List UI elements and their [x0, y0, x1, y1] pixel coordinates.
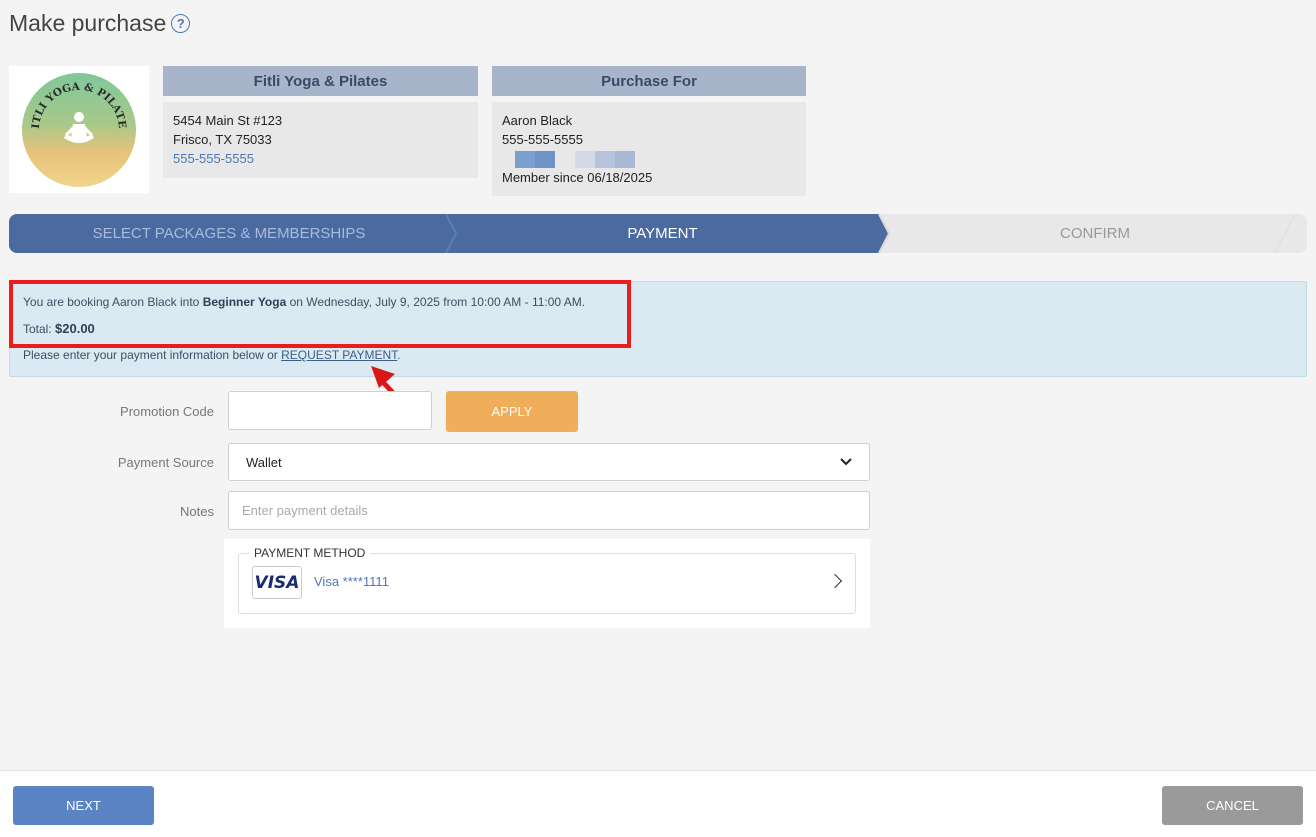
question-circle-icon[interactable]: ? — [171, 14, 191, 33]
card-number: Visa ****1111 — [314, 574, 389, 589]
member-since: Member since 06/18/2025 — [502, 170, 653, 185]
studio-logo-image: FITLI YOGA & PILATES — [21, 72, 136, 187]
payment-instructions: Please enter your payment information be… — [23, 348, 401, 362]
apply-button[interactable]: APPLY — [446, 391, 578, 432]
checkout-stepper: SELECT PACKAGES & MEMBERSHIPS PAYMENT CO… — [9, 214, 1307, 253]
studio-logo: FITLI YOGA & PILATES — [9, 66, 149, 193]
promo-code-label: Promotion Code — [120, 404, 214, 419]
total-amount: $20.00 — [55, 321, 95, 336]
studio-address-line2: Frisco, TX 75033 — [173, 132, 272, 147]
class-name: Beginner Yoga — [202, 295, 287, 309]
footer-bar: NEXT CANCEL — [0, 770, 1316, 837]
promo-code-input[interactable] — [228, 391, 432, 430]
studio-panel: Fitli Yoga & Pilates 5454 Main St #123 F… — [163, 66, 478, 178]
payment-method-card[interactable]: PAYMENT METHOD VISA Visa ****1111 — [238, 546, 856, 614]
request-payment-link[interactable]: REQUEST PAYMENT — [281, 348, 397, 362]
studio-details: 5454 Main St #123 Frisco, TX 75033 555-5… — [163, 102, 478, 178]
chevron-down-icon — [840, 458, 852, 466]
notes-input[interactable] — [228, 491, 870, 530]
payment-source-value: Wallet — [246, 454, 282, 470]
chevron-right-icon[interactable] — [827, 573, 843, 589]
payment-method-section: PAYMENT METHOD VISA Visa ****1111 — [224, 539, 870, 628]
payment-source-label: Payment Source — [117, 455, 214, 470]
step-confirm[interactable]: CONFIRM — [876, 214, 1314, 253]
payment-method-legend: PAYMENT METHOD — [249, 546, 371, 560]
customer-phone: 555-555-5555 — [502, 132, 583, 147]
purchase-for-panel: Purchase For Aaron Black 555-555-5555 Me… — [492, 66, 806, 196]
next-button[interactable]: NEXT — [13, 786, 154, 825]
total-line: Total: $20.00 — [23, 321, 95, 336]
studio-name: Fitli Yoga & Pilates — [163, 66, 478, 96]
studio-phone-link[interactable]: 555-555-5555 — [173, 149, 468, 168]
booking-info-alert: You are booking Aaron Black into Beginne… — [9, 281, 1307, 377]
page-title: Make purchase ? — [9, 10, 191, 37]
payment-source-select[interactable]: Wallet — [228, 443, 870, 481]
notes-label: Notes — [180, 504, 214, 519]
redacted-info — [502, 149, 796, 169]
page-title-text: Make purchase — [9, 10, 167, 36]
visa-card-icon: VISA — [252, 566, 302, 599]
purchase-for-header: Purchase For — [492, 66, 806, 96]
customer-name: Aaron Black — [502, 113, 573, 128]
booking-summary: You are booking Aaron Black into Beginne… — [23, 295, 586, 309]
cancel-button[interactable]: CANCEL — [1162, 786, 1303, 825]
purchase-for-details: Aaron Black 555-555-5555 Member since 06… — [492, 102, 806, 196]
studio-address-line1: 5454 Main St #123 — [173, 113, 283, 128]
step-payment[interactable]: PAYMENT — [449, 214, 876, 253]
step-select-packages[interactable]: SELECT PACKAGES & MEMBERSHIPS — [9, 214, 449, 253]
